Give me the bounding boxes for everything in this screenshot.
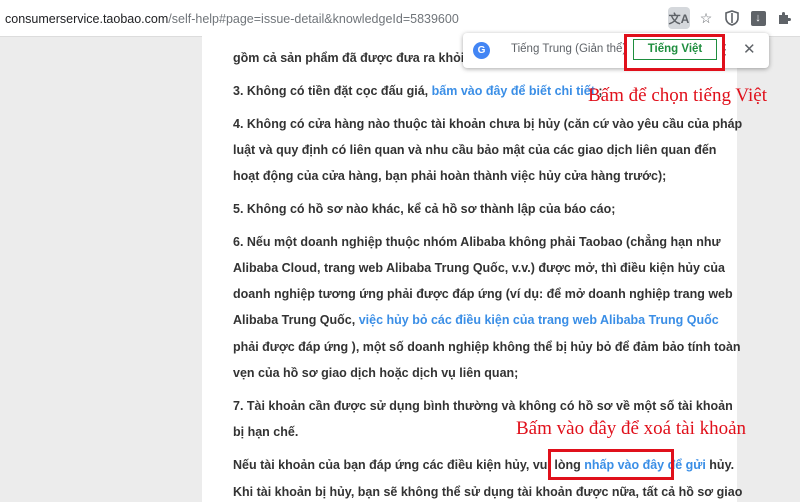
item-7-line-1: 7. Tài khoản cần được sử dụng bình thườn… bbox=[233, 399, 733, 413]
submit-deletion-link[interactable]: nhấp vào đây để gửi bbox=[584, 458, 706, 472]
annotation-choose-vietnamese: Bấm để chọn tiếng Việt bbox=[588, 85, 767, 106]
shield-icon[interactable] bbox=[721, 7, 743, 29]
final-paragraph: Nếu tài khoản của bạn đáp ứng các điều k… bbox=[233, 458, 734, 472]
item-6-line-6: vẹn của hồ sơ giao dịch hoặc dịch vụ liê… bbox=[233, 366, 519, 380]
final-end: hủy. bbox=[705, 458, 735, 472]
google-translate-icon: G bbox=[473, 42, 490, 59]
item-6-line-2: Alibaba Cloud, trang web Alibaba Trung Q… bbox=[233, 261, 725, 275]
item-4-line-1: 4. Không có cửa hàng nào thuộc tài khoản… bbox=[233, 117, 743, 131]
url-text[interactable]: consumerservice.taobao.com/self-help#pag… bbox=[5, 12, 459, 26]
more-options-icon[interactable]: ⋮ bbox=[718, 41, 732, 58]
item-6-line-3: doanh nghiệp tương ứng phải được đáp ứng… bbox=[233, 287, 733, 301]
article-line-1: gồm cả sản phẩm đã được đưa ra khỏi kệ bbox=[233, 51, 482, 65]
url-domain: consumerservice.taobao.com bbox=[5, 12, 169, 26]
tab-vietnamese[interactable]: Tiếng Việt bbox=[633, 39, 717, 60]
puzzle-icon[interactable] bbox=[773, 7, 795, 29]
item-6-line-4: Alibaba Trung Quốc, việc hủy bỏ các điều… bbox=[233, 313, 719, 327]
final-text: Nếu tài khoản của bạn đáp ứng các điều k… bbox=[233, 458, 585, 472]
address-bar[interactable]: consumerservice.taobao.com/self-help#pag… bbox=[0, 0, 800, 37]
item-6-line-5: phải được đáp ứng ), một số doanh nghiệp… bbox=[233, 340, 741, 354]
translate-icon[interactable]: 文A bbox=[668, 7, 690, 29]
item-4-line-2: luật và quy định có liên quan và nhu cầu… bbox=[233, 143, 717, 157]
annotation-delete-account: Bấm vào đây để xoá tài khoản bbox=[516, 418, 747, 439]
item-5: 5. Không có hồ sơ nào khác, kể cả hồ sơ … bbox=[233, 202, 616, 216]
translate-popup: G Tiếng Trung (Giản thể) Tiếng Việt ⋮ ✕ bbox=[463, 33, 769, 68]
star-icon[interactable]: ☆ bbox=[695, 7, 717, 29]
download-icon[interactable]: ↓ bbox=[747, 7, 769, 29]
item-6-line-1: 6. Nếu một doanh nghiệp thuộc nhóm Aliba… bbox=[233, 235, 721, 249]
item-4-line-3: hoạt động của cửa hàng, bạn phải hoàn th… bbox=[233, 169, 667, 183]
item-6-line-4-text: Alibaba Trung Quốc, bbox=[233, 313, 359, 327]
item-3: 3. Không có tiền đặt cọc đấu giá, bấm và… bbox=[233, 84, 603, 98]
last-line: Khi tài khoản bị hủy, bạn sẽ không thể s… bbox=[233, 485, 743, 499]
deposit-details-link[interactable]: bấm vào đây để biết chi tiết bbox=[432, 84, 595, 98]
url-path: /self-help#page=issue-detail&knowledgeId… bbox=[168, 12, 459, 26]
item-3-text: 3. Không có tiền đặt cọc đấu giá, bbox=[233, 84, 432, 98]
close-icon[interactable]: ✕ bbox=[743, 40, 756, 58]
item-7-line-2: bị hạn chế. bbox=[233, 425, 299, 439]
alibaba-conditions-link[interactable]: việc hủy bỏ các điều kiện của trang web … bbox=[359, 313, 719, 327]
tab-chinese-simplified[interactable]: Tiếng Trung (Giản thể) bbox=[511, 43, 626, 55]
